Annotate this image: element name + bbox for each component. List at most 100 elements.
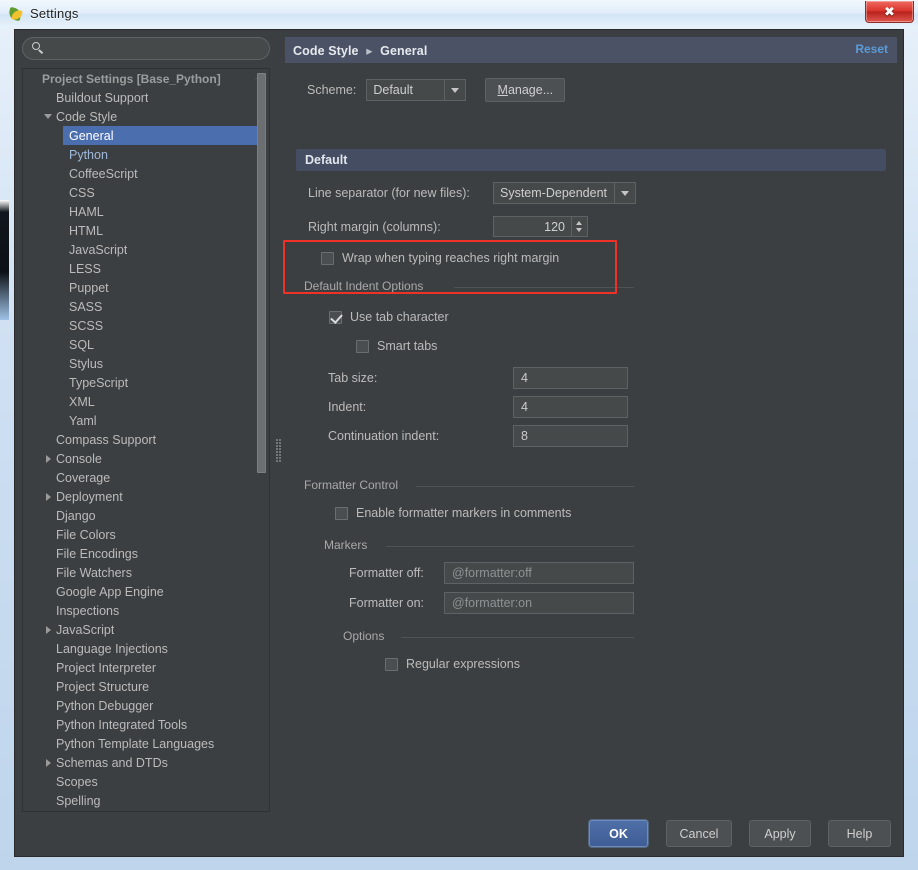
use-tab-character-row[interactable]: Use tab character	[329, 310, 449, 324]
sidebar-item-project-structure[interactable]: Project Structure	[23, 677, 269, 696]
sidebar-item-label: Python	[69, 147, 108, 162]
stepper-arrows-icon[interactable]	[571, 217, 587, 236]
sidebar-scrollbar-thumb[interactable]	[257, 73, 266, 473]
sidebar-item-javascript[interactable]: JavaScript	[23, 240, 269, 259]
tab-size-field[interactable]: 4	[513, 367, 628, 389]
sidebar-item-typescript[interactable]: TypeScript	[23, 373, 269, 392]
line-separator-label: Line separator (for new files):	[308, 186, 470, 200]
wrap-checkbox-row[interactable]: Wrap when typing reaches right margin	[321, 251, 559, 265]
right-margin-stepper[interactable]: 120	[493, 216, 588, 237]
chevron-right-icon: ▸	[366, 43, 373, 58]
regular-expressions-checkbox[interactable]	[385, 657, 398, 671]
panel-splitter[interactable]	[275, 438, 282, 464]
sidebar-item-project-interpreter[interactable]: Project Interpreter	[23, 658, 269, 677]
sidebar-item-compass-support[interactable]: Compass Support	[23, 430, 269, 449]
sidebar-item-label: Stylus	[69, 356, 104, 371]
settings-tree[interactable]: Project Settings [Base_Python] Buildout S…	[22, 68, 270, 812]
sidebar-item-javascript[interactable]: JavaScript	[23, 620, 269, 639]
sidebar-item-css[interactable]: CSS	[23, 183, 269, 202]
sidebar-item-coverage[interactable]: Coverage	[23, 468, 269, 487]
use-tab-character-checkbox[interactable]	[329, 310, 342, 324]
sidebar-item-puppet[interactable]: Puppet	[23, 278, 269, 297]
sidebar-item-sql[interactable]: SQL	[23, 335, 269, 354]
line-separator-dropdown[interactable]: System-Dependent	[493, 182, 636, 204]
window-title: Settings	[30, 6, 79, 21]
chevron-right-icon[interactable]	[43, 624, 54, 635]
sidebar-item-general[interactable]: General	[63, 126, 259, 145]
formatter-off-row: Formatter off: @formatter:off	[349, 562, 659, 584]
sidebar-item-xml[interactable]: XML	[23, 392, 269, 411]
main-panel-scrollbar[interactable]	[887, 63, 897, 812]
sidebar-item-console[interactable]: Console	[23, 449, 269, 468]
sidebar-scrollbar-track[interactable]	[257, 70, 268, 811]
enable-formatter-markers-label: Enable formatter markers in comments	[356, 506, 572, 520]
cancel-button[interactable]: Cancel	[666, 820, 732, 847]
continuation-indent-value[interactable]: 8	[514, 429, 528, 443]
indent-value[interactable]: 4	[514, 400, 528, 414]
sidebar-item-file-colors[interactable]: File Colors	[23, 525, 269, 544]
sidebar-item-django[interactable]: Django	[23, 506, 269, 525]
sidebar-item-scopes[interactable]: Scopes	[23, 772, 269, 791]
close-button[interactable]: ✖	[865, 1, 914, 23]
sidebar-item-less[interactable]: LESS	[23, 259, 269, 278]
enable-formatter-markers-row[interactable]: Enable formatter markers in comments	[335, 506, 571, 520]
help-button[interactable]: Help	[828, 820, 891, 847]
search-box[interactable]	[22, 37, 270, 60]
line-separator-row: Line separator (for new files): System-D…	[308, 182, 653, 204]
smart-tabs-checkbox[interactable]	[356, 339, 369, 353]
sidebar-item-inspections[interactable]: Inspections	[23, 601, 269, 620]
sidebar-item-python-debugger[interactable]: Python Debugger	[23, 696, 269, 715]
right-margin-value[interactable]: 120	[494, 220, 571, 234]
wrap-checkbox[interactable]	[321, 251, 334, 265]
manage-button[interactable]: Manage...	[485, 78, 566, 102]
sidebar-item-python[interactable]: Python	[23, 145, 269, 164]
continuation-indent-field[interactable]: 8	[513, 425, 628, 447]
chevron-down-icon[interactable]	[43, 111, 54, 122]
general-settings-panel: Scheme: Default Manage... Default Line s…	[285, 63, 897, 812]
scheme-dropdown[interactable]: Default	[366, 79, 467, 101]
regular-expressions-row[interactable]: Regular expressions	[385, 657, 520, 671]
chevron-right-icon[interactable]	[43, 757, 54, 768]
tab-size-value[interactable]: 4	[514, 371, 528, 385]
sidebar-item-project-settings-base-python[interactable]: Project Settings [Base_Python]	[23, 69, 269, 88]
formatter-on-field[interactable]: @formatter:on	[444, 592, 634, 614]
enable-formatter-markers-checkbox[interactable]	[335, 506, 348, 520]
formatter-off-field[interactable]: @formatter:off	[444, 562, 634, 584]
apply-button[interactable]: Apply	[749, 820, 811, 847]
sidebar-item-google-app-engine[interactable]: Google App Engine	[23, 582, 269, 601]
sidebar-item-buildout-support[interactable]: Buildout Support	[23, 88, 269, 107]
formatter-off-value[interactable]: @formatter:off	[445, 566, 532, 580]
indent-field[interactable]: 4	[513, 396, 628, 418]
sidebar-item-haml[interactable]: HAML	[23, 202, 269, 221]
sidebar-item-schemas-and-dtds[interactable]: Schemas and DTDs	[23, 753, 269, 772]
chevron-right-icon[interactable]	[43, 453, 54, 464]
chevron-right-icon[interactable]	[43, 491, 54, 502]
sidebar-item-coffeescript[interactable]: CoffeeScript	[23, 164, 269, 183]
sidebar-item-file-watchers[interactable]: File Watchers	[23, 563, 269, 582]
sidebar-item-file-encodings[interactable]: File Encodings	[23, 544, 269, 563]
sidebar-item-deployment[interactable]: Deployment	[23, 487, 269, 506]
sidebar-item-code-style[interactable]: Code Style	[23, 107, 269, 126]
sidebar-item-yaml[interactable]: Yaml	[23, 411, 269, 430]
sidebar-item-html[interactable]: HTML	[23, 221, 269, 240]
sidebar-item-python-integrated-tools[interactable]: Python Integrated Tools	[23, 715, 269, 734]
sidebar-item-spelling[interactable]: Spelling	[23, 791, 269, 810]
smart-tabs-row[interactable]: Smart tabs	[356, 339, 437, 353]
reset-link[interactable]: Reset	[855, 42, 888, 56]
sidebar-item-python-template-languages[interactable]: Python Template Languages	[23, 734, 269, 753]
formatter-on-label: Formatter on:	[349, 596, 425, 610]
sidebar-item-sass[interactable]: SASS	[23, 297, 269, 316]
breadcrumb-parent[interactable]: Code Style	[293, 44, 359, 58]
sidebar-item-language-injections[interactable]: Language Injections	[23, 639, 269, 658]
splitter-dot	[279, 460, 281, 462]
sidebar-item-scss[interactable]: SCSS	[23, 316, 269, 335]
ok-button[interactable]: OK	[589, 820, 648, 847]
search-input[interactable]	[45, 38, 269, 59]
formatter-on-value[interactable]: @formatter:on	[445, 596, 532, 610]
sidebar-item-stylus[interactable]: Stylus	[23, 354, 269, 373]
